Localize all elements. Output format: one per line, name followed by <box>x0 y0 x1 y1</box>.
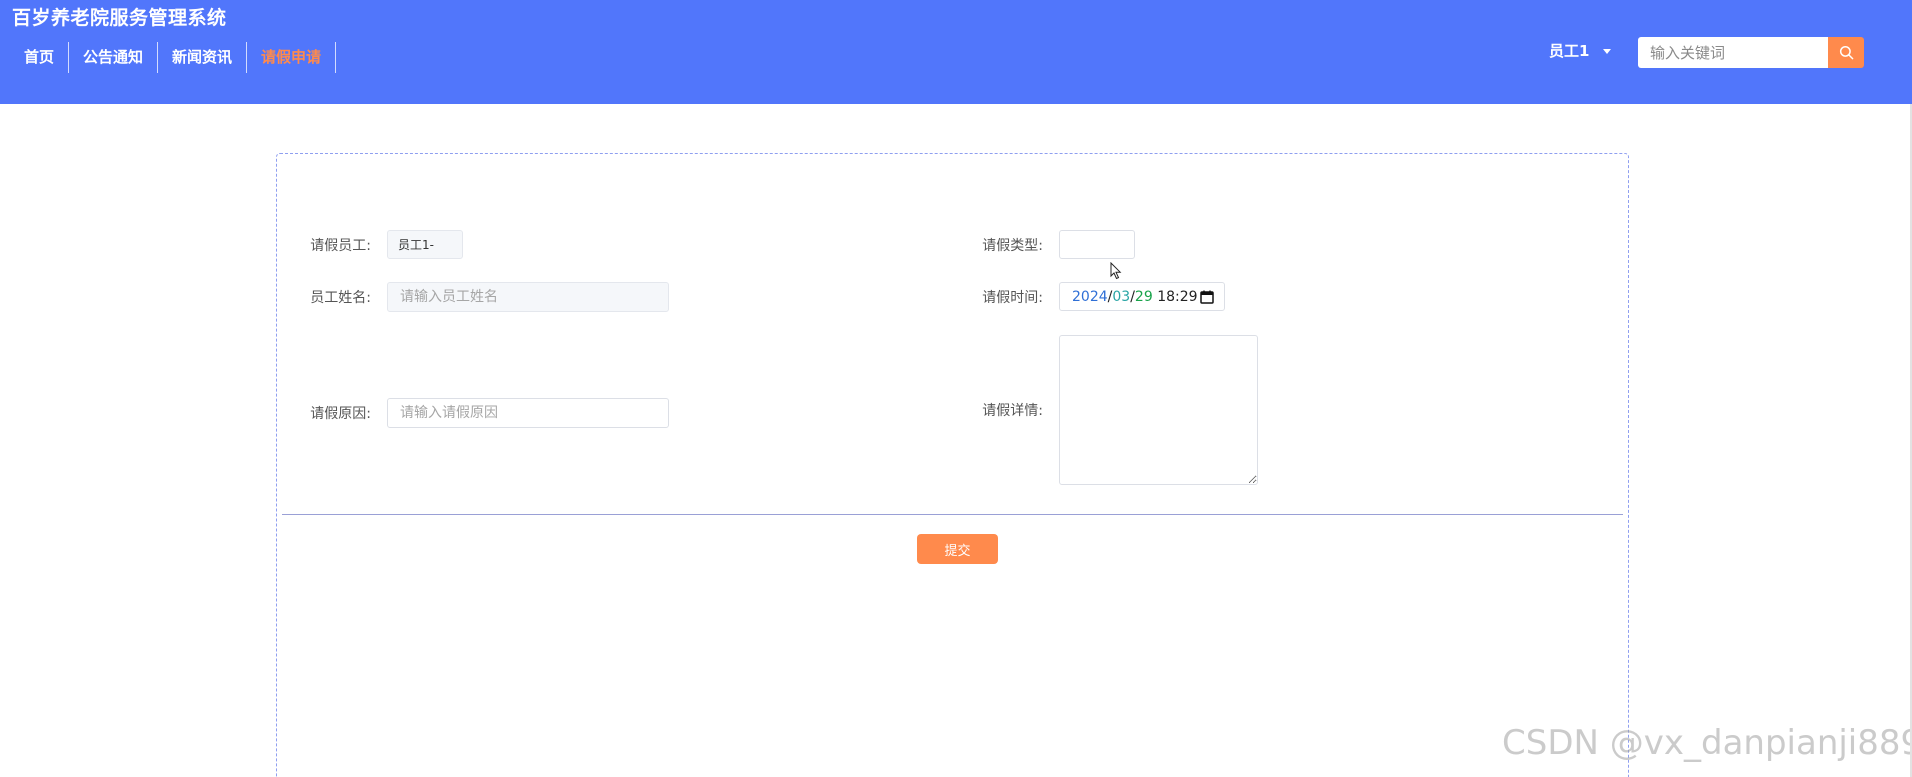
name-row: 员工姓名: <box>297 282 669 312</box>
time-row: 请假时间: 2024/03/29 18:29 <box>969 282 1225 311</box>
time-clock: 18:29 <box>1157 288 1198 305</box>
employee-field[interactable] <box>387 230 463 259</box>
nav-item-home[interactable]: 首页 <box>10 42 70 73</box>
time-month: 03 <box>1112 288 1131 305</box>
user-name: 员工1 <box>1549 42 1590 60</box>
site-title: 百岁养老院服务管理系统 <box>12 7 227 29</box>
employee-label: 请假员工: <box>310 237 371 254</box>
search-input[interactable] <box>1638 37 1828 68</box>
reason-row: 请假原因: <box>297 398 669 428</box>
top-header: 百岁养老院服务管理系统 首页 公告通知 新闻资讯 请假申请 员工1 <box>0 0 1912 104</box>
reason-field[interactable] <box>387 398 669 428</box>
employee-name-field[interactable] <box>387 282 669 312</box>
search-icon <box>1839 45 1853 60</box>
leave-type-field[interactable] <box>1059 230 1135 259</box>
search-button[interactable] <box>1828 37 1864 68</box>
reason-label: 请假原因: <box>310 406 371 422</box>
form-divider <box>282 514 1623 515</box>
chevron-down-icon <box>1603 49 1612 54</box>
submit-button[interactable]: 提交 <box>917 534 998 564</box>
type-row: 请假类型: <box>969 230 1135 259</box>
time-day: 29 <box>1134 288 1153 305</box>
time-year: 2024 <box>1072 288 1108 305</box>
leave-form-card: 请假员工: 员工姓名: 请假原因: 请假类型: 请假时间: 2024/03/29… <box>276 153 1629 777</box>
nav-item-notices[interactable]: 公告通知 <box>69 42 159 73</box>
main-nav: 首页 公告通知 新闻资讯 请假申请 <box>10 42 337 73</box>
details-row: 请假详情: <box>969 335 1258 485</box>
watermark: CSDN @vx_danpianji889 <box>1502 723 1912 763</box>
leave-time-field[interactable]: 2024/03/29 18:29 <box>1059 282 1225 311</box>
time-label: 请假时间: <box>982 289 1043 306</box>
nav-item-leave-request[interactable]: 请假申请 <box>247 42 337 73</box>
name-label: 员工姓名: <box>310 290 371 306</box>
nav-item-news[interactable]: 新闻资讯 <box>158 42 248 73</box>
type-label: 请假类型: <box>982 237 1043 254</box>
calendar-icon[interactable] <box>1198 288 1216 306</box>
details-label: 请假详情: <box>982 403 1043 419</box>
employee-row: 请假员工: <box>297 230 463 259</box>
search-box <box>1638 37 1864 68</box>
user-menu[interactable]: 员工1 <box>1549 40 1612 61</box>
mouse-cursor-icon <box>1110 262 1122 280</box>
details-textarea[interactable] <box>1059 335 1258 485</box>
